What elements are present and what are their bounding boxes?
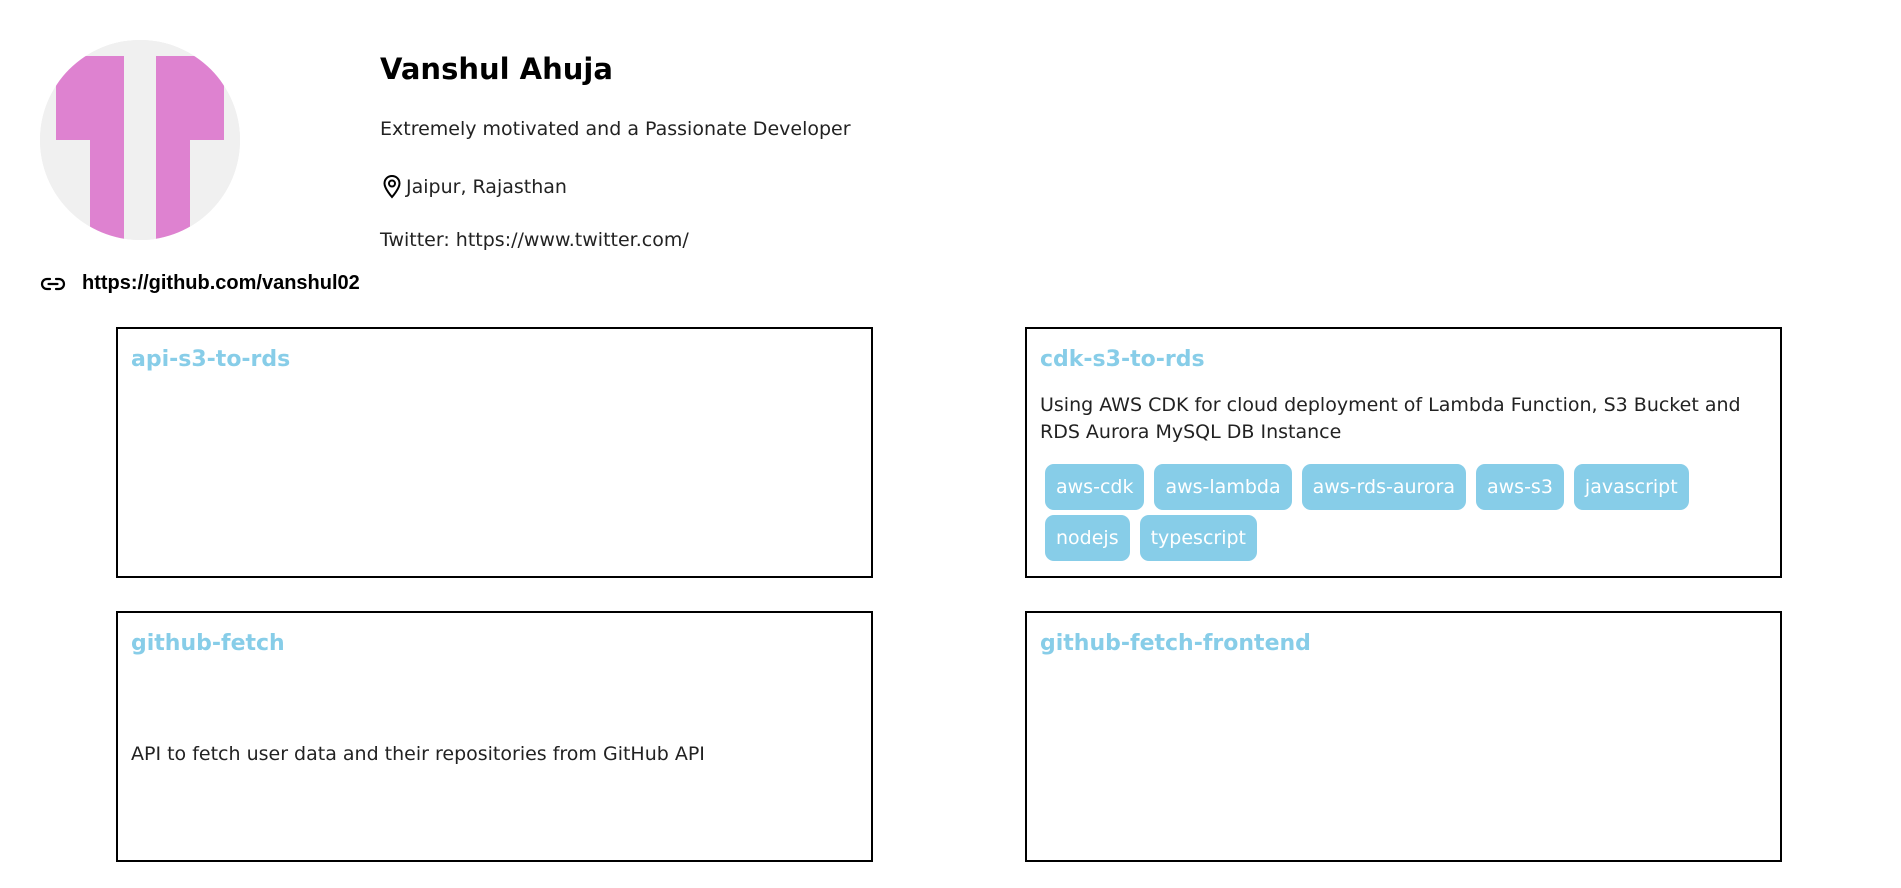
repo-description: API to fetch user data and their reposit… bbox=[131, 743, 705, 765]
identicon-image bbox=[40, 40, 240, 240]
profile-bio: Extremely motivated and a Passionate Dev… bbox=[380, 118, 851, 140]
repo-title[interactable]: github-fetch-frontend bbox=[1040, 631, 1311, 656]
topic-tag[interactable]: nodejs bbox=[1045, 515, 1130, 561]
repo-description: Using AWS CDK for cloud deployment of La… bbox=[1040, 394, 1741, 443]
profile-page: Vanshul Ahuja Extremely motivated and a … bbox=[0, 0, 1901, 888]
repo-title[interactable]: api-s3-to-rds bbox=[131, 347, 290, 372]
topic-tag[interactable]: javascript bbox=[1573, 464, 1689, 510]
repo-card: github-fetch API to fetch user data and … bbox=[116, 611, 873, 862]
github-profile-link[interactable]: https://github.com/vanshul02 bbox=[82, 272, 360, 295]
repo-card: cdk-s3-to-rds Using AWS CDK for cloud de… bbox=[1025, 327, 1782, 578]
profile-location: Jaipur, Rajasthan bbox=[380, 174, 567, 200]
topic-tag[interactable]: aws-lambda bbox=[1154, 464, 1292, 510]
github-link-row: https://github.com/vanshul02 bbox=[40, 272, 360, 295]
twitter-link[interactable]: Twitter: https://www.twitter.com/ bbox=[380, 229, 689, 251]
location-text: Jaipur, Rajasthan bbox=[406, 176, 567, 198]
topic-list: aws-cdk aws-lambda aws-rds-aurora aws-s3… bbox=[1045, 464, 1740, 561]
topic-tag[interactable]: aws-rds-aurora bbox=[1301, 464, 1466, 510]
repo-card: api-s3-to-rds bbox=[116, 327, 873, 578]
repo-card: github-fetch-frontend bbox=[1025, 611, 1782, 862]
repo-title[interactable]: github-fetch bbox=[131, 631, 285, 656]
topic-tag[interactable]: aws-cdk bbox=[1045, 464, 1145, 510]
map-pin-icon bbox=[383, 174, 401, 199]
topic-tag[interactable]: typescript bbox=[1139, 515, 1257, 561]
profile-name: Vanshul Ahuja bbox=[380, 52, 613, 86]
avatar bbox=[40, 40, 240, 240]
topic-tag[interactable]: aws-s3 bbox=[1475, 464, 1564, 510]
link-icon bbox=[40, 277, 66, 290]
repo-title[interactable]: cdk-s3-to-rds bbox=[1040, 347, 1205, 372]
